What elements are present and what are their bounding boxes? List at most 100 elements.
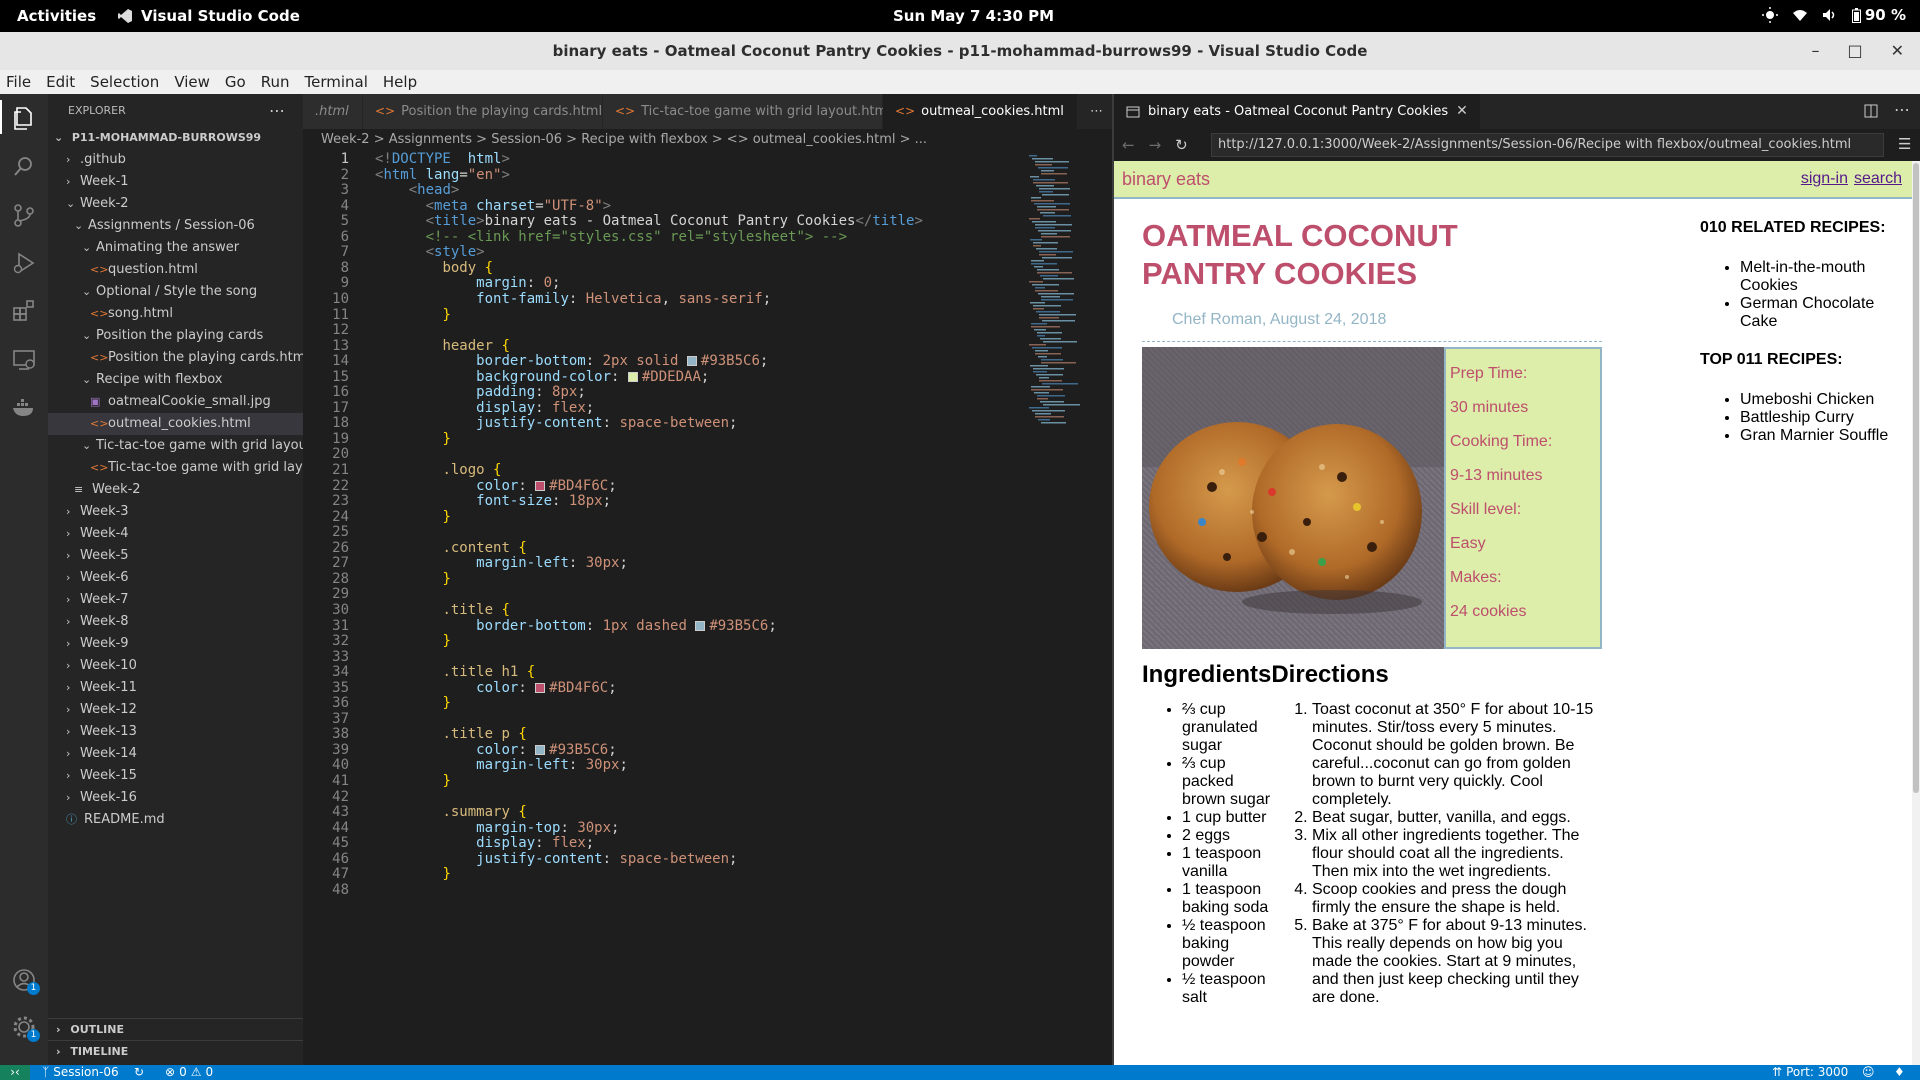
- color-swatch-icon[interactable]: [627, 371, 638, 382]
- code-line[interactable]: font-size: 18px;: [375, 493, 611, 509]
- source-control-icon[interactable]: [11, 202, 37, 228]
- tabs-more-icon[interactable]: ⋯: [1078, 94, 1112, 129]
- tree-folder[interactable]: › Week-14: [48, 743, 303, 765]
- code-line[interactable]: }: [375, 773, 450, 789]
- more-actions-icon[interactable]: ⋯: [269, 94, 285, 127]
- tree-folder[interactable]: ⌄ Position the playing cards: [48, 325, 303, 347]
- code-line[interactable]: margin: 0;: [375, 275, 560, 291]
- maximize-icon[interactable]: □: [1847, 32, 1862, 70]
- reload-icon[interactable]: ↻: [1175, 136, 1188, 154]
- code-line[interactable]: <meta charset="UTF-8">: [375, 198, 612, 214]
- page-scrollbar[interactable]: [1912, 161, 1920, 1065]
- code-line[interactable]: color: #BD4F6C;: [375, 478, 616, 494]
- tree-file[interactable]: ⓘ README.md: [48, 809, 303, 831]
- tree-folder[interactable]: › .github: [48, 149, 303, 171]
- top-recipe-link[interactable]: Umeboshi Chicken: [1740, 391, 1900, 409]
- tree-folder[interactable]: › Week-13: [48, 721, 303, 743]
- code-line[interactable]: .content {: [375, 540, 526, 556]
- code-line[interactable]: justify-content: space-between;: [375, 415, 737, 431]
- tree-folder[interactable]: › Week-15: [48, 765, 303, 787]
- code-area[interactable]: 1 <!DOCTYPE html> 2 <html lang="en"> 3 <head…: [303, 151, 1023, 1065]
- tree-folder[interactable]: › Week-16: [48, 787, 303, 809]
- code-line[interactable]: margin-top: 30px;: [375, 820, 619, 836]
- forward-icon[interactable]: →: [1149, 136, 1162, 154]
- problems-indicator[interactable]: ⊗ 0 ⚠ 0: [165, 1065, 213, 1080]
- code-line[interactable]: }: [375, 571, 450, 587]
- tree-file[interactable]: ≡ Week-2: [48, 479, 303, 501]
- scrollbar-thumb[interactable]: [1913, 163, 1919, 793]
- code-line[interactable]: padding: 8px;: [375, 384, 586, 400]
- menu-go[interactable]: Go: [225, 73, 246, 91]
- code-line[interactable]: <head>: [375, 182, 460, 198]
- url-input[interactable]: http://127.0.0.1:3000/Week-2/Assignments…: [1211, 133, 1884, 157]
- minimap[interactable]: [1023, 151, 1105, 1065]
- tree-file[interactable]: <>Position the playing cards.html: [48, 347, 303, 369]
- tab-outmeal-cookies[interactable]: <> outmeal_cookies.html: [883, 94, 1078, 129]
- menu-file[interactable]: File: [6, 73, 31, 91]
- menu-view[interactable]: View: [174, 73, 210, 91]
- top-recipe-link[interactable]: Gran Marnier Souffle: [1740, 427, 1900, 445]
- tree-folder[interactable]: › Week-4: [48, 523, 303, 545]
- color-swatch-icon[interactable]: [695, 620, 706, 631]
- menu-help[interactable]: Help: [383, 73, 417, 91]
- code-line[interactable]: .title h1 {: [375, 664, 535, 680]
- code-line[interactable]: margin-left: 30px;: [375, 555, 628, 571]
- color-swatch-icon[interactable]: [535, 682, 546, 693]
- tree-file[interactable]: <>question.html: [48, 259, 303, 281]
- menu-run[interactable]: Run: [261, 73, 290, 91]
- code-line[interactable]: border-bottom: 2px solid #93B5C6;: [375, 353, 768, 369]
- clock[interactable]: Sun May 7 4:30 PM: [893, 7, 1054, 25]
- remote-explorer-icon[interactable]: [11, 347, 37, 373]
- code-line[interactable]: display: flex;: [375, 400, 594, 416]
- app-menu[interactable]: Visual Studio Code: [117, 7, 300, 25]
- close-tab-icon[interactable]: ✕: [1456, 94, 1468, 129]
- timeline-section[interactable]: › TIMELINE: [48, 1040, 303, 1062]
- code-line[interactable]: }: [375, 509, 450, 525]
- code-line[interactable]: .logo {: [375, 462, 501, 478]
- code-line[interactable]: font-family: Helvetica, sans-serif;: [375, 291, 771, 307]
- sync-icon[interactable]: ↻: [134, 1065, 144, 1080]
- tree-file[interactable]: <>outmeal_cookies.html: [48, 413, 303, 435]
- branch-indicator[interactable]: ᛉ Session-06: [42, 1065, 119, 1080]
- tab-html[interactable]: .html: [303, 94, 363, 129]
- top-recipe-link[interactable]: Battleship Curry: [1740, 409, 1900, 427]
- more-actions-icon[interactable]: ⋯: [1894, 100, 1910, 119]
- code-line[interactable]: background-color: #DDEDAA;: [375, 369, 709, 385]
- tree-folder[interactable]: ⌄ Week-2: [48, 193, 303, 215]
- sign-in-link[interactable]: sign-in: [1801, 170, 1848, 188]
- breadcrumb[interactable]: Week-2 > Assignments > Session-06 > Reci…: [303, 129, 1112, 151]
- related-recipe-link[interactable]: Melt-in-the-mouth Cookies: [1740, 259, 1900, 295]
- feedback-icon[interactable]: ☺: [1862, 1065, 1875, 1080]
- search-link[interactable]: search: [1854, 170, 1902, 188]
- code-line[interactable]: }: [375, 633, 450, 649]
- code-line[interactable]: border-bottom: 1px dashed #93B5C6;: [375, 618, 777, 634]
- docker-icon[interactable]: [11, 395, 37, 421]
- port-indicator[interactable]: ⇈ Port: 3000: [1772, 1065, 1848, 1080]
- manage-button[interactable]: 1: [11, 1014, 40, 1042]
- tree-folder[interactable]: › Week-3: [48, 501, 303, 523]
- code-line[interactable]: header {: [375, 338, 509, 354]
- color-swatch-icon[interactable]: [686, 356, 697, 367]
- tree-folder[interactable]: › Week-11: [48, 677, 303, 699]
- code-line[interactable]: .summary {: [375, 804, 526, 820]
- code-line[interactable]: }: [375, 695, 450, 711]
- code-line[interactable]: <style>: [375, 244, 485, 260]
- code-line[interactable]: }: [375, 307, 450, 323]
- tree-folder[interactable]: › Week-1: [48, 171, 303, 193]
- code-line[interactable]: margin-left: 30px;: [375, 757, 628, 773]
- code-line[interactable]: }: [375, 866, 450, 882]
- tree-file[interactable]: <>Tic-tac-toe game with grid layo...: [48, 457, 303, 479]
- explorer-icon[interactable]: [11, 105, 37, 131]
- close-icon[interactable]: ✕: [1891, 32, 1904, 70]
- color-swatch-icon[interactable]: [535, 744, 546, 755]
- workspace-root[interactable]: ⌄ P11-MOHAMMAD-BURROWS99: [48, 127, 303, 149]
- tree-folder[interactable]: › Week-5: [48, 545, 303, 567]
- tree-folder[interactable]: › Week-10: [48, 655, 303, 677]
- outline-section[interactable]: › OUTLINE: [48, 1018, 303, 1040]
- page-logo[interactable]: binary eats: [1122, 169, 1210, 190]
- preview-tab[interactable]: binary eats - Oatmeal Coconut Pantry Coo…: [1114, 94, 1480, 129]
- remote-indicator-icon[interactable]: ›‹: [0, 1065, 30, 1080]
- code-line[interactable]: body {: [375, 260, 493, 276]
- accounts-button[interactable]: 1: [11, 967, 40, 995]
- tree-folder[interactable]: ⌄ Tic-tac-toe game with grid layout: [48, 435, 303, 457]
